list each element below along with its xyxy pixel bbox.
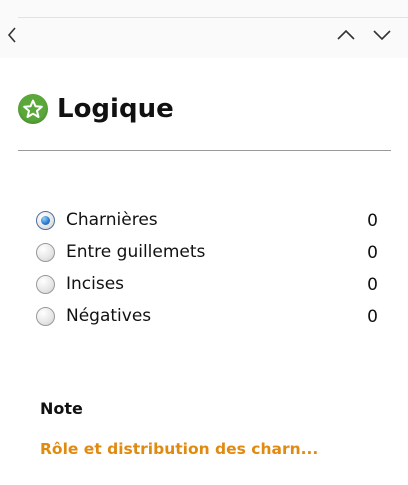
radio-button[interactable] [36, 242, 55, 262]
option-count: 0 [367, 211, 378, 231]
option-row-negatives[interactable]: Négatives 0 [36, 300, 386, 332]
radio-button-selected[interactable] [36, 210, 55, 230]
chevron-left-icon [7, 27, 16, 43]
option-label: Incises [66, 274, 125, 294]
note-heading: Note [40, 399, 83, 418]
top-toolbar [0, 0, 408, 58]
option-label: Entre guillemets [66, 242, 206, 262]
back-button[interactable] [0, 22, 24, 48]
radio-button[interactable] [36, 274, 55, 294]
toolbar-divider [18, 17, 408, 18]
option-count: 0 [367, 243, 378, 263]
star-icon [23, 99, 43, 118]
radio-button[interactable] [36, 306, 55, 326]
panel-header: Logique [18, 94, 174, 124]
next-button[interactable] [370, 22, 394, 48]
page-title: Logique [57, 94, 174, 124]
star-badge-icon [18, 94, 48, 124]
chevron-up-icon [337, 30, 355, 40]
title-divider [18, 150, 391, 151]
note-link[interactable]: Rôle et distribution des charn... [40, 440, 318, 458]
option-label: Négatives [66, 306, 152, 326]
option-count: 0 [367, 275, 378, 295]
option-list: Charnières 0 Entre guillemets 0 Incises … [36, 204, 386, 332]
option-row-incises[interactable]: Incises 0 [36, 268, 386, 300]
option-row-entre-guillemets[interactable]: Entre guillemets 0 [36, 236, 386, 268]
option-row-charnieres[interactable]: Charnières 0 [36, 204, 386, 236]
option-label: Charnières [66, 210, 158, 230]
chevron-down-icon [373, 30, 391, 40]
option-count: 0 [367, 307, 378, 327]
previous-button[interactable] [334, 22, 358, 48]
